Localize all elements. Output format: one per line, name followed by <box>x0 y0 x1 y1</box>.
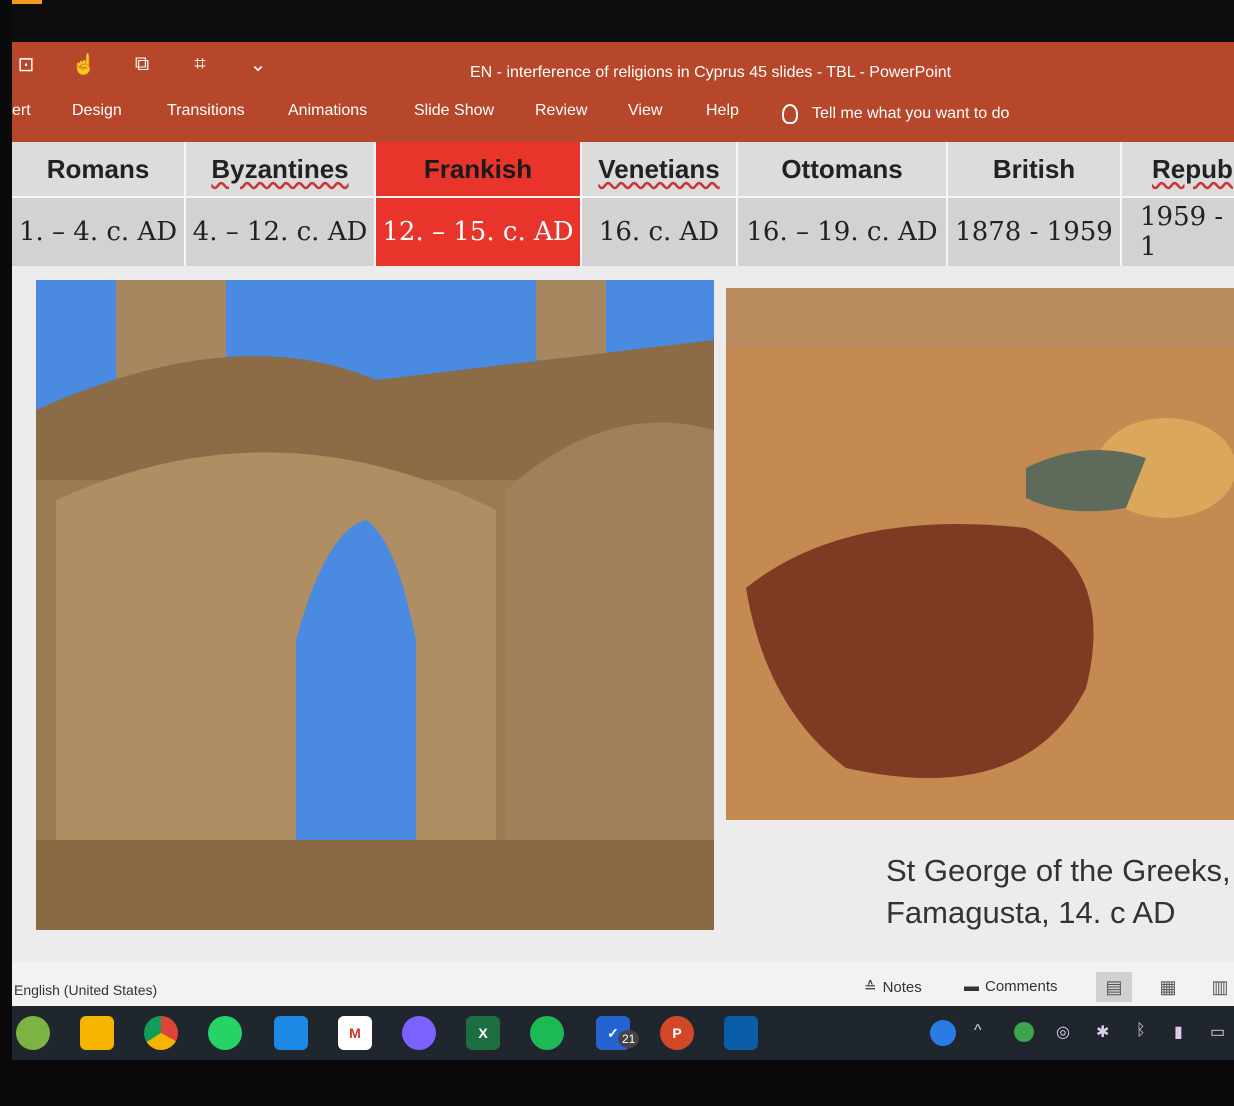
period-byzantines: Byzantines 4. – 12. c. AD <box>186 142 376 266</box>
window-title: EN - interference of religions in Cyprus… <box>470 64 952 81</box>
fresco-photo[interactable] <box>726 288 1234 820</box>
period-name: Ottomans <box>738 142 946 198</box>
notes-button[interactable]: ≙ Notes <box>864 978 922 997</box>
tab-slide-show[interactable]: Slide Show <box>414 102 494 120</box>
photos-icon[interactable] <box>724 1016 758 1050</box>
top-bezel <box>12 0 1234 42</box>
tab-insert[interactable]: ert <box>12 102 31 120</box>
tab-review[interactable]: Review <box>535 102 587 120</box>
tab-help[interactable]: Help <box>706 102 739 120</box>
language-indicator[interactable]: English (United States) <box>14 982 157 998</box>
period-dates: 16. – 19. c. AD <box>738 198 946 266</box>
tab-design[interactable]: Design <box>72 102 122 120</box>
chrome-icon[interactable] <box>144 1016 178 1050</box>
chevron-up-icon[interactable]: ^ <box>974 1022 982 1040</box>
reading-view-button[interactable]: ▥ <box>1202 972 1234 1002</box>
gmail-icon[interactable]: M <box>338 1016 372 1050</box>
period-romans: Romans 1. – 4. c. AD <box>12 142 186 266</box>
spotify-icon[interactable] <box>530 1016 564 1050</box>
battery-icon[interactable]: ▭ <box>1210 1022 1225 1042</box>
tell-me-label: Tell me what you want to do <box>812 105 1010 122</box>
tab-view[interactable]: View <box>628 102 662 120</box>
period-british: British 1878 - 1959 <box>948 142 1122 266</box>
powerpoint-icon[interactable]: P <box>660 1016 694 1050</box>
period-dates: 12. – 15. c. AD <box>376 198 580 266</box>
headset-icon[interactable]: ◎ <box>1056 1022 1070 1042</box>
caption-line-2: Famagusta, 14. c AD <box>886 895 1176 930</box>
monitor-screen: ⊡ ☝ ⧉ ⌗ ⌄ EN - interference of religions… <box>12 0 1234 1060</box>
file-explorer-icon[interactable] <box>80 1016 114 1050</box>
period-republic: Repub 1959 - 1 <box>1122 142 1234 266</box>
gothic-arch-photo[interactable] <box>36 280 714 930</box>
period-name: Frankish <box>376 142 580 198</box>
comment-icon: ▬ <box>964 978 979 995</box>
comments-button[interactable]: ▬ Comments <box>964 978 1058 995</box>
period-dates: 1. – 4. c. AD <box>12 198 184 266</box>
period-dates: 1878 - 1959 <box>948 198 1120 266</box>
status-bar: English (United States) ≙ Notes ▬ Commen… <box>12 962 1234 1006</box>
caption-line-1: St George of the Greeks, <box>886 853 1231 888</box>
slide-caption: St George of the Greeks, Famagusta, 14. … <box>886 850 1231 934</box>
microphone-icon[interactable]: ▮ <box>1174 1022 1183 1042</box>
normal-view-icon: ▤ <box>1105 976 1123 997</box>
messenger-icon[interactable] <box>402 1016 436 1050</box>
lightbulb-icon <box>782 104 798 124</box>
timeline-table: Romans 1. – 4. c. AD Byzantines 4. – 12.… <box>12 142 1234 266</box>
onedrive-icon[interactable] <box>274 1016 308 1050</box>
android-app-icon[interactable] <box>16 1016 50 1050</box>
period-name: Repub <box>1122 142 1234 198</box>
whatsapp-icon[interactable] <box>208 1016 242 1050</box>
customize-qat-icon[interactable]: ⌄ <box>244 52 272 77</box>
slide-canvas[interactable]: Romans 1. – 4. c. AD Byzantines 4. – 12.… <box>12 142 1234 962</box>
todo-badge: 21 <box>618 1030 640 1048</box>
notes-label: Notes <box>882 978 922 996</box>
period-name: Venetians <box>582 142 736 198</box>
period-name: Byzantines <box>186 142 374 198</box>
help-icon[interactable] <box>930 1020 956 1046</box>
excel-icon[interactable]: X <box>466 1016 500 1050</box>
tell-me-search[interactable]: Tell me what you want to do <box>782 104 1009 124</box>
normal-view-button[interactable]: ▤ <box>1096 972 1132 1002</box>
period-name: Romans <box>12 142 184 198</box>
tab-animations[interactable]: Animations <box>288 102 367 120</box>
comments-label: Comments <box>985 978 1058 995</box>
screenshot-icon[interactable]: ⌗ <box>186 53 214 76</box>
period-dates: 4. – 12. c. AD <box>186 198 374 266</box>
notes-icon: ≙ <box>864 979 877 996</box>
period-venetians: Venetians 16. c. AD <box>582 142 738 266</box>
tab-transitions[interactable]: Transitions <box>167 102 245 120</box>
slide-sorter-button[interactable]: ▦ <box>1150 972 1186 1002</box>
autosave-icon[interactable]: ⊡ <box>12 52 40 77</box>
period-frankish: Frankish 12. – 15. c. AD <box>376 142 582 266</box>
period-dates: 1959 - 1 <box>1122 198 1234 266</box>
touch-mode-icon[interactable]: ☝ <box>70 52 98 77</box>
app-tray-icon[interactable]: ✱ <box>1096 1022 1109 1042</box>
period-name: British <box>948 142 1120 198</box>
security-icon[interactable] <box>1014 1022 1034 1042</box>
quick-access-toolbar: ⊡ ☝ ⧉ ⌗ ⌄ <box>12 52 272 77</box>
windows-taskbar: M X ✓ 21 P ^ ◎ ✱ ᛒ ▮ ▭ <box>12 1006 1234 1060</box>
ribbon-tabs: ert Design Transitions Animations Slide … <box>12 92 1234 142</box>
period-dates: 16. c. AD <box>582 198 736 266</box>
slide-sorter-icon: ▦ <box>1159 976 1177 997</box>
title-bar: ⊡ ☝ ⧉ ⌗ ⌄ EN - interference of religions… <box>12 42 1234 92</box>
new-slide-icon[interactable]: ⧉ <box>128 53 156 76</box>
bluetooth-icon[interactable]: ᛒ <box>1136 1022 1146 1040</box>
accent-edge <box>12 0 42 4</box>
reading-view-icon: ▥ <box>1211 976 1229 997</box>
period-ottomans: Ottomans 16. – 19. c. AD <box>738 142 948 266</box>
